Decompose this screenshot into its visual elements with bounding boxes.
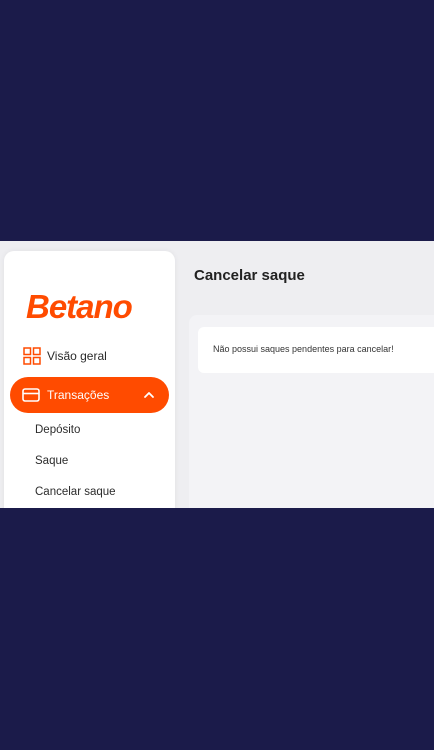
grid-icon [23, 347, 41, 365]
submenu-item-cancelar-saque[interactable]: Cancelar saque [35, 486, 116, 498]
sidebar-item-label: Visão geral [47, 349, 107, 363]
logo-text: Betano [26, 289, 133, 325]
sidebar-item-label: Transações [47, 388, 110, 402]
empty-state-card: Não possui saques pendentes para cancela… [198, 327, 434, 373]
submenu-item-saque[interactable]: Saque [35, 455, 68, 467]
page-title: Cancelar saque [194, 267, 305, 284]
submenu-item-deposito[interactable]: Depósito [35, 424, 80, 436]
empty-state-message: Não possui saques pendentes para cancela… [213, 344, 394, 354]
sidebar-item-transactions[interactable]: Transações [10, 377, 169, 413]
chevron-up-icon[interactable] [143, 389, 155, 401]
betano-logo[interactable]: Betano [26, 289, 160, 325]
card-icon [22, 388, 40, 402]
app-screen: Betano Visão geral Transações Depósito S… [0, 241, 434, 508]
sidebar: Betano Visão geral Transações Depósito S… [4, 251, 175, 508]
sidebar-item-overview[interactable]: Visão geral [4, 339, 175, 375]
